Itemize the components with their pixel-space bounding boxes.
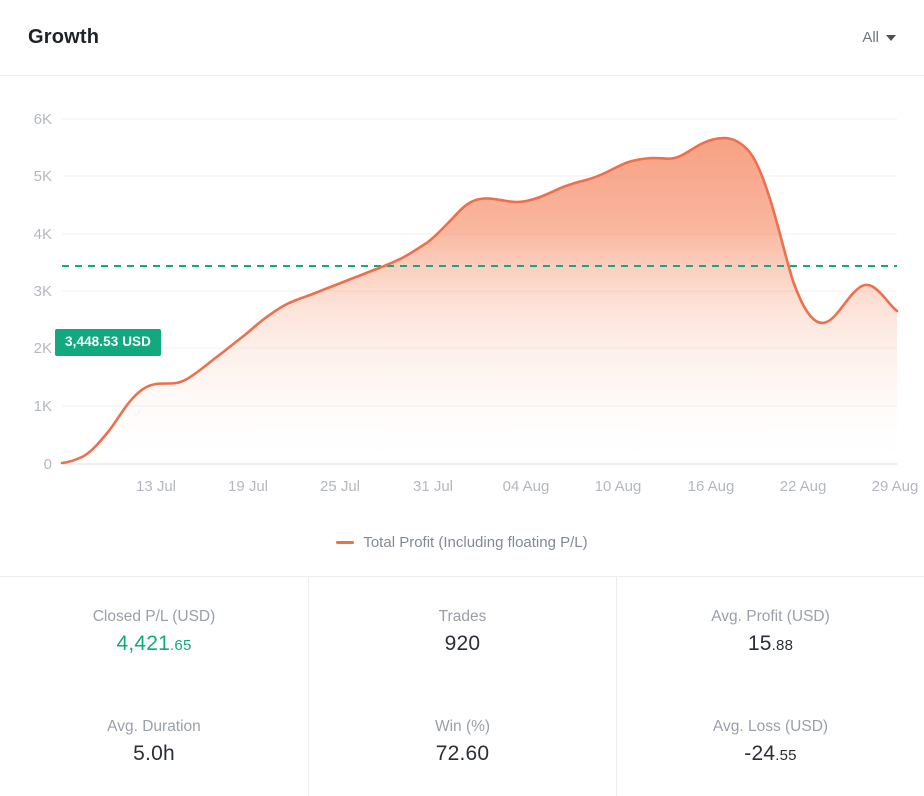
stat-win-pct: Win (%) 72.60 xyxy=(308,686,616,796)
x-tick-7: 22 Aug xyxy=(780,478,827,495)
growth-area-chart[interactable]: 6K 5K 4K 3K 2K 1K 0 13 Jul 19 Jul 25 Jul… xyxy=(0,76,924,506)
legend-item-label: Total Profit (Including floating P/L) xyxy=(363,534,588,551)
x-tick-4: 04 Aug xyxy=(503,478,550,495)
chart-legend: Total Profit (Including floating P/L) xyxy=(0,534,924,551)
stat-value-main: 15 xyxy=(747,632,772,656)
stat-value-main: -24 xyxy=(744,741,776,765)
stat-avg-profit: Avg. Profit (USD) 15.88 xyxy=(616,577,924,687)
chart-area-fill xyxy=(62,138,897,464)
stat-value-main: 5.0h xyxy=(133,741,175,765)
y-tick-0: 0 xyxy=(44,456,52,473)
y-tick-4k: 4K xyxy=(34,226,52,243)
chart-container: 6K 5K 4K 3K 2K 1K 0 13 Jul 19 Jul 25 Jul… xyxy=(0,76,924,576)
stat-label: Win (%) xyxy=(434,717,491,735)
card-header: Growth All xyxy=(0,0,924,76)
stat-value-decimal: .65 xyxy=(170,637,192,655)
stat-value: 920 xyxy=(445,632,481,655)
y-tick-6k: 6K xyxy=(34,111,52,128)
growth-card: Growth All 6K 5K 4K 3K 2K 1K 0 13 Jul 19… xyxy=(0,0,924,796)
x-tick-3: 31 Jul xyxy=(413,478,453,495)
chevron-down-icon xyxy=(886,34,896,41)
legend-line-swatch xyxy=(336,541,355,544)
threshold-value-badge: 3,448.53 USD xyxy=(55,329,162,356)
y-tick-5k: 5K xyxy=(34,168,52,185)
stat-avg-loss: Avg. Loss (USD) -24.55 xyxy=(616,686,924,796)
range-select-label: All xyxy=(862,29,879,46)
stat-value-main: 72.60 xyxy=(435,741,490,765)
stat-value-decimal: .88 xyxy=(771,637,794,655)
stat-trades: Trades 920 xyxy=(308,577,616,687)
stats-grid: Closed P/L (USD) 4,421.65 Trades 920 Avg… xyxy=(0,576,924,796)
stat-label: Avg. Loss (USD) xyxy=(712,717,829,735)
x-tick-1: 19 Jul xyxy=(228,478,268,495)
stat-label: Closed P/L (USD) xyxy=(92,608,216,626)
stat-value: 15.88 xyxy=(748,632,793,655)
chart-x-axis-labels: 13 Jul 19 Jul 25 Jul 31 Jul 04 Aug 10 Au… xyxy=(136,478,918,495)
y-tick-2k: 2K xyxy=(34,340,52,357)
range-select-dropdown[interactable]: All xyxy=(862,29,896,46)
x-tick-2: 25 Jul xyxy=(320,478,360,495)
x-tick-0: 13 Jul xyxy=(136,478,176,495)
stat-label: Avg. Profit (USD) xyxy=(711,608,830,626)
stat-value: 5.0h xyxy=(133,742,175,765)
stat-value: 72.60 xyxy=(436,742,490,765)
stat-value-main: 920 xyxy=(444,632,481,656)
stat-label: Avg. Duration xyxy=(107,717,201,735)
chart-y-axis-labels: 6K 5K 4K 3K 2K 1K 0 xyxy=(34,111,52,473)
x-tick-6: 16 Aug xyxy=(688,478,735,495)
x-tick-8: 29 Aug xyxy=(872,478,919,495)
y-tick-1k: 1K xyxy=(34,398,52,415)
page-title: Growth xyxy=(28,26,100,48)
stat-value-decimal: .55 xyxy=(775,746,797,764)
stat-closed-pl: Closed P/L (USD) 4,421.65 xyxy=(0,577,308,687)
stat-value: 4,421.65 xyxy=(116,632,191,655)
y-tick-3k: 3K xyxy=(34,283,52,300)
stat-value-main: 4,421 xyxy=(116,632,171,656)
stat-label: Trades xyxy=(438,608,487,626)
stat-avg-duration: Avg. Duration 5.0h xyxy=(0,687,308,796)
stat-value: -24.55 xyxy=(744,742,796,765)
x-tick-5: 10 Aug xyxy=(595,478,642,495)
